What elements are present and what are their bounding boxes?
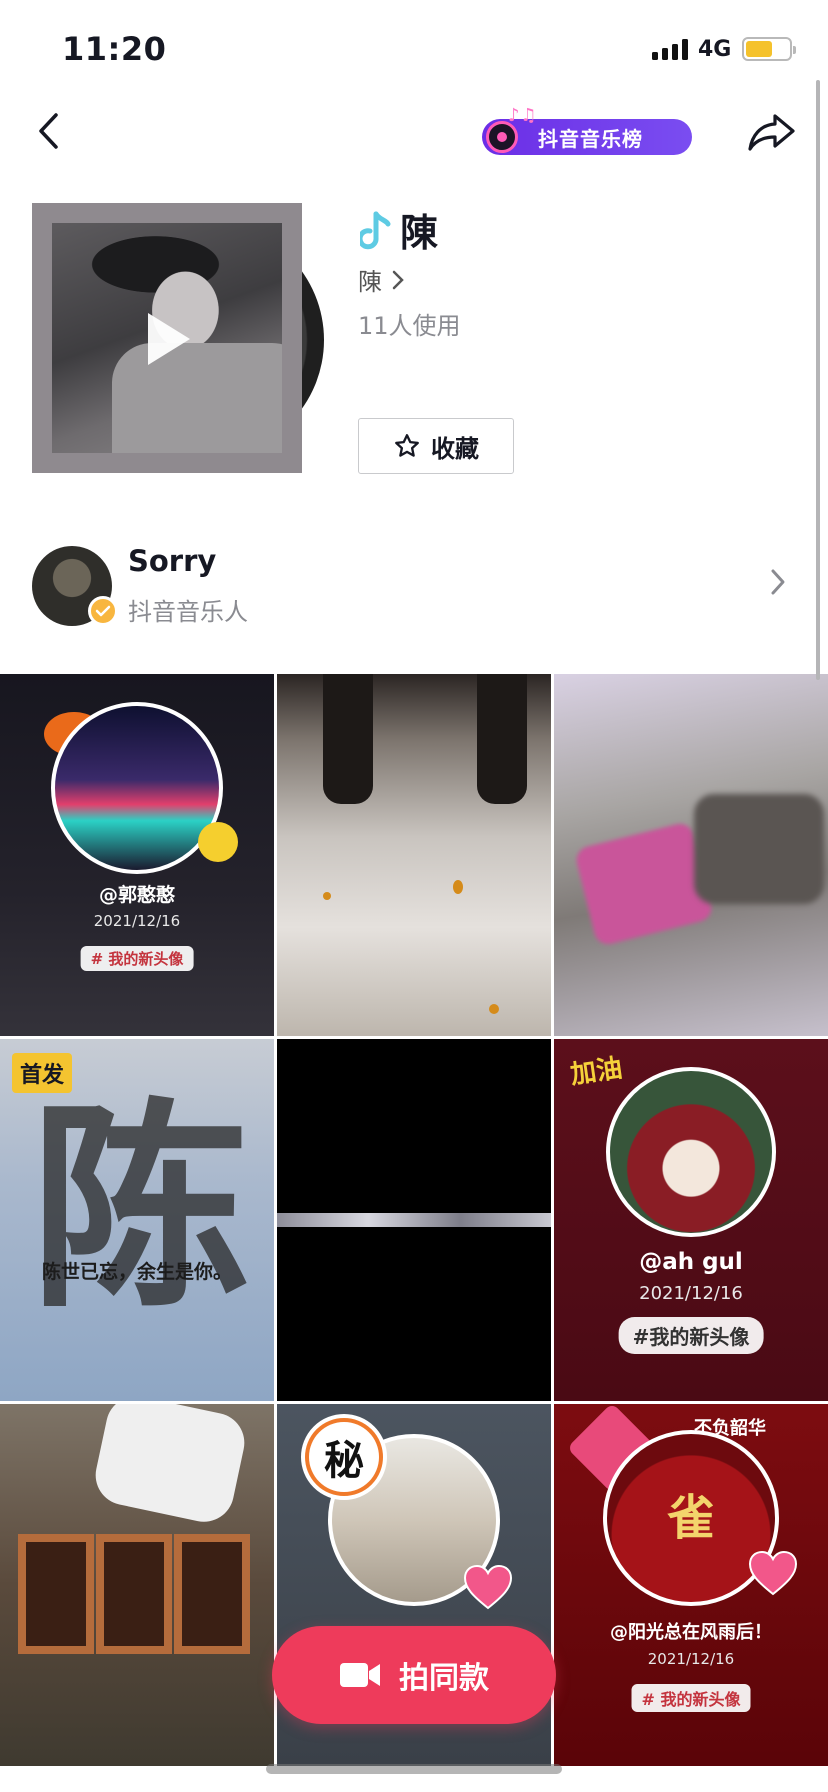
video-handle: @阳光总在风雨后！ <box>610 1622 772 1643</box>
avatar-photo <box>606 1067 776 1237</box>
first-release-badge: 首发 <box>12 1053 73 1093</box>
video-tag: # 我的新头像 <box>631 1684 751 1712</box>
music-chart-button[interactable]: ♪♫ 抖音音乐榜 <box>482 105 692 155</box>
duck-sticker <box>198 822 238 862</box>
signal-strength-icon <box>652 38 688 60</box>
heart-sticker-icon <box>748 1550 798 1596</box>
scrollbar[interactable] <box>816 80 820 680</box>
video-date: 2021/12/16 <box>647 1650 735 1668</box>
big-character: 陈 <box>30 1081 251 1337</box>
video-tile[interactable]: @郭憨憨 2021/12/16 # 我的新头像 <box>0 674 274 1036</box>
secret-badge: 秘 <box>301 1414 387 1500</box>
video-tile[interactable]: 加油 @ah gul 2021/12/16 #我的新头像 <box>554 1039 828 1401</box>
music-note-icon <box>360 211 391 249</box>
music-notes-icon: ♪♫ <box>508 105 538 126</box>
video-handle: @郭憨憨 <box>98 884 175 906</box>
creator-avatar[interactable] <box>32 546 118 626</box>
video-camera-icon <box>340 1663 380 1687</box>
artist-link[interactable]: 陳 <box>358 262 404 297</box>
back-button[interactable] <box>28 106 68 156</box>
video-grid: @郭憨憨 2021/12/16 # 我的新头像 陈 陈世已忘，余生是你。 首发 … <box>0 674 828 1766</box>
favorite-label: 收藏 <box>431 434 479 463</box>
verified-badge-icon <box>88 596 118 626</box>
share-icon <box>748 114 795 151</box>
battery-icon <box>742 37 796 61</box>
video-tile[interactable] <box>554 674 828 1036</box>
heart-sticker-icon <box>463 1564 513 1610</box>
video-tile[interactable] <box>277 674 551 1036</box>
status-time: 11:20 <box>62 30 167 68</box>
chevron-right-icon <box>392 270 404 289</box>
shoot-same-label: 拍同款 <box>399 1661 489 1696</box>
artist-name: 陳 <box>358 268 382 296</box>
sticker-text: 加油 <box>568 1053 625 1091</box>
status-bar: 11:20 4G <box>0 0 828 96</box>
video-tile[interactable]: 陈 陈世已忘，余生是你。 首发 <box>0 1039 274 1401</box>
home-indicator[interactable] <box>266 1764 562 1774</box>
chevron-right-icon <box>771 569 785 595</box>
music-chart-label: 抖音音乐榜 <box>538 126 643 151</box>
video-tile[interactable] <box>277 1039 551 1401</box>
usage-count: 11人使用 <box>358 312 461 340</box>
song-title: 陳 <box>400 211 439 255</box>
creator-row[interactable]: Sorry 抖音音乐人 <box>0 540 828 636</box>
avatar-photo <box>51 702 223 874</box>
star-icon <box>395 434 419 457</box>
video-tile[interactable] <box>0 1404 274 1766</box>
song-title-row: 陳 <box>360 202 438 257</box>
back-arrow-icon <box>39 113 58 149</box>
video-date: 2021/12/16 <box>93 912 181 930</box>
network-type: 4G <box>698 37 732 62</box>
video-caption: 陈世已忘，余生是你。 <box>41 1261 232 1283</box>
video-tile[interactable]: 不负韶华 雀 @阳光总在风雨后！ 2021/12/16 # 我的新头像 <box>554 1404 828 1766</box>
video-tag: # 我的新头像 <box>80 946 194 971</box>
video-tag: #我的新头像 <box>618 1317 764 1354</box>
share-button[interactable] <box>746 108 798 156</box>
creator-name: Sorry <box>128 544 217 578</box>
favorite-button[interactable]: 收藏 <box>358 418 514 474</box>
shoot-same-button[interactable]: 拍同款 <box>272 1626 556 1724</box>
creator-role: 抖音音乐人 <box>128 598 248 626</box>
video-date: 2021/12/16 <box>639 1283 743 1304</box>
play-icon[interactable] <box>148 313 190 365</box>
video-handle: @ah gul <box>639 1249 743 1275</box>
